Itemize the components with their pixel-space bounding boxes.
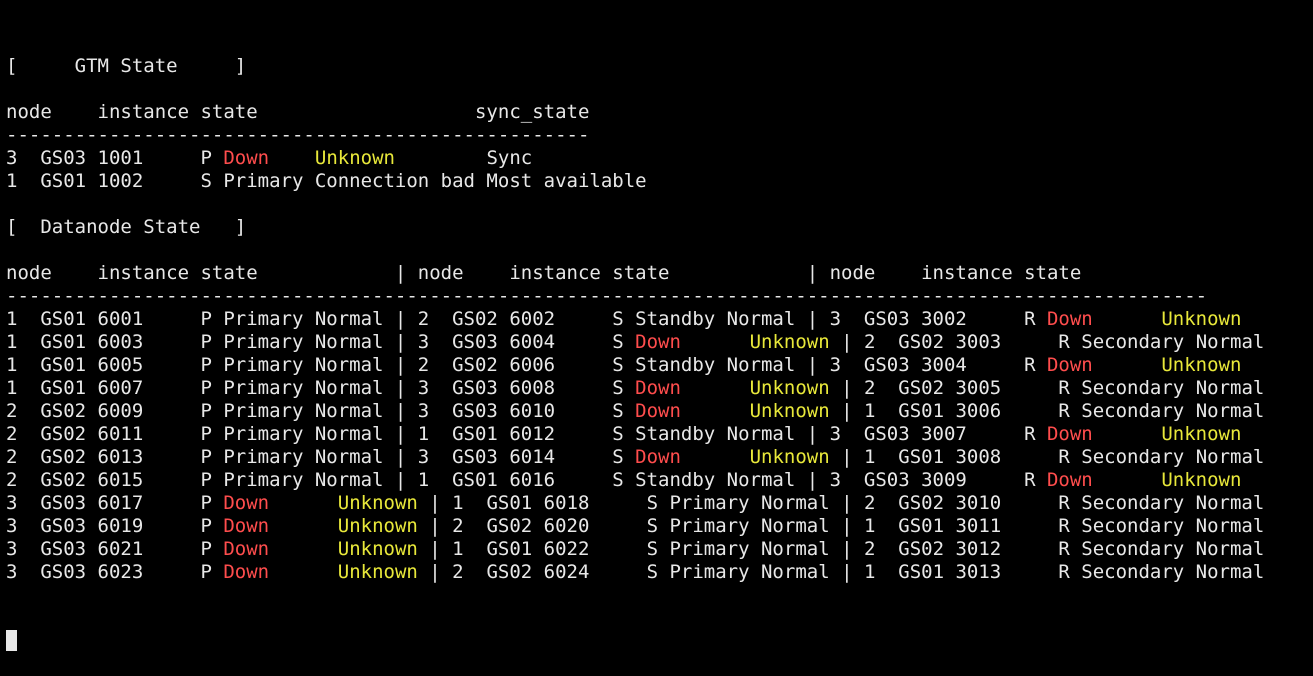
- gtm-section-title: [ GTM State ]: [6, 55, 1306, 78]
- text-segment: [1093, 423, 1162, 445]
- status-unknown: Unknown: [749, 331, 830, 353]
- status-down: Down: [223, 515, 270, 537]
- datanode-row: 3 GS03 6023 P Down Unknown | 2 GS02 6024…: [6, 561, 1306, 584]
- text-segment: node instance state | node instance stat…: [6, 262, 1082, 284]
- text-segment: 1 GS01 6005 P Primary Normal | 2 GS02 60…: [6, 354, 1047, 376]
- status-unknown: Unknown: [1161, 469, 1242, 491]
- text-segment: [1093, 308, 1162, 330]
- text-segment: [269, 492, 338, 514]
- status-down: Down: [1046, 469, 1093, 491]
- status-down: Down: [635, 331, 681, 353]
- terminal-output: [ GTM State ] node instance state sync_st…: [6, 55, 1306, 584]
- text-segment: [681, 331, 750, 353]
- text-segment: 3 GS03 6017 P: [6, 492, 224, 514]
- text-segment: | 2 GS02 3005 R Secondary Normal: [829, 377, 1265, 399]
- text-segment: 2 GS02 6011 P Primary Normal | 1 GS01 60…: [6, 423, 1047, 445]
- status-unknown: Unknown: [337, 515, 418, 537]
- status-down: Down: [223, 492, 270, 514]
- text-segment: [681, 400, 750, 422]
- text-segment: 3 GS03 6021 P: [6, 538, 224, 560]
- status-unknown: Unknown: [1161, 423, 1242, 445]
- datanode-row: 3 GS03 6017 P Down Unknown | 1 GS01 6018…: [6, 492, 1306, 515]
- datanode-section-title: [ Datanode State ]: [6, 216, 1306, 239]
- datanode-row: 1 GS01 6005 P Primary Normal | 2 GS02 60…: [6, 354, 1306, 377]
- datanode-row: 1 GS01 6001 P Primary Normal | 2 GS02 60…: [6, 308, 1306, 331]
- text-segment: [1093, 354, 1162, 376]
- status-down: Down: [635, 377, 681, 399]
- text-segment: 1 GS01 1002 S Primary Connection bad Mos…: [6, 170, 647, 192]
- text-segment: [681, 377, 750, 399]
- text-segment: [269, 147, 315, 169]
- text-segment: | 2 GS02 6024 S Primary Normal | 1 GS01 …: [417, 561, 1265, 583]
- text-segment: | 2 GS02 6020 S Primary Normal | 1 GS01 …: [417, 515, 1265, 537]
- text-segment: ----------------------------------------…: [6, 124, 590, 146]
- datanode-row: 1 GS01 6003 P Primary Normal | 3 GS03 60…: [6, 331, 1306, 354]
- text-cursor: [6, 630, 17, 651]
- status-down: Down: [1046, 354, 1093, 376]
- text-segment: 3 GS03 1001 P: [6, 147, 224, 169]
- datanode-row: 2 GS02 6009 P Primary Normal | 3 GS03 60…: [6, 400, 1306, 423]
- status-down: Down: [635, 446, 681, 468]
- text-segment: 3 GS03 6019 P: [6, 515, 224, 537]
- gtm-separator: ----------------------------------------…: [6, 124, 1306, 147]
- status-unknown: Unknown: [337, 492, 418, 514]
- text-segment: | 2 GS02 3003 R Secondary Normal: [829, 331, 1265, 353]
- datanode-row: 1 GS01 6007 P Primary Normal | 3 GS03 60…: [6, 377, 1306, 400]
- gtm-row: 3 GS03 1001 P Down Unknown Sync: [6, 147, 1306, 170]
- status-down: Down: [223, 147, 270, 169]
- text-segment: | 1 GS01 6022 S Primary Normal | 2 GS02 …: [417, 538, 1265, 560]
- text-segment: [269, 561, 338, 583]
- status-down: Down: [223, 561, 270, 583]
- text-segment: 2 GS02 6013 P Primary Normal | 3 GS03 60…: [6, 446, 636, 468]
- text-segment: [269, 538, 338, 560]
- text-segment: 1 GS01 6001 P Primary Normal | 2 GS02 60…: [6, 308, 1047, 330]
- datanode-header: node instance state | node instance stat…: [6, 262, 1306, 285]
- status-down: Down: [1046, 423, 1093, 445]
- text-segment: | 1 GS01 3006 R Secondary Normal: [829, 400, 1265, 422]
- datanode-row: 3 GS03 6019 P Down Unknown | 2 GS02 6020…: [6, 515, 1306, 538]
- datanode-row: 2 GS02 6011 P Primary Normal | 1 GS01 60…: [6, 423, 1306, 446]
- status-unknown: Unknown: [749, 400, 830, 422]
- datanode-row: 3 GS03 6021 P Down Unknown | 1 GS01 6022…: [6, 538, 1306, 561]
- text-segment: Sync: [394, 147, 533, 169]
- status-down: Down: [223, 538, 270, 560]
- datanode-row: 2 GS02 6013 P Primary Normal | 3 GS03 60…: [6, 446, 1306, 469]
- text-segment: node instance state sync_state: [6, 101, 590, 123]
- status-unknown: Unknown: [1161, 354, 1242, 376]
- status-unknown: Unknown: [337, 538, 418, 560]
- text-segment: 1 GS01 6007 P Primary Normal | 3 GS03 60…: [6, 377, 636, 399]
- status-unknown: Unknown: [314, 147, 395, 169]
- status-down: Down: [635, 400, 681, 422]
- text-segment: 2 GS02 6015 P Primary Normal | 1 GS01 60…: [6, 469, 1047, 491]
- text-segment: [ Datanode State ]: [6, 216, 247, 238]
- status-down: Down: [1046, 308, 1093, 330]
- text-segment: [ GTM State ]: [6, 55, 247, 77]
- status-unknown: Unknown: [1161, 308, 1242, 330]
- text-segment: 3 GS03 6023 P: [6, 561, 224, 583]
- status-unknown: Unknown: [337, 561, 418, 583]
- datanode-row: 2 GS02 6015 P Primary Normal | 1 GS01 60…: [6, 469, 1306, 492]
- status-unknown: Unknown: [749, 446, 830, 468]
- text-segment: ----------------------------------------…: [6, 285, 1208, 307]
- gtm-header: node instance state sync_state: [6, 101, 1306, 124]
- text-segment: [269, 515, 338, 537]
- status-unknown: Unknown: [749, 377, 830, 399]
- text-segment: 1 GS01 6003 P Primary Normal | 3 GS03 60…: [6, 331, 636, 353]
- text-segment: [681, 446, 750, 468]
- text-segment: | 1 GS01 6018 S Primary Normal | 2 GS02 …: [417, 492, 1265, 514]
- datanode-separator: ----------------------------------------…: [6, 285, 1306, 308]
- text-segment: | 1 GS01 3008 R Secondary Normal: [829, 446, 1265, 468]
- terminal-window[interactable]: [ GTM State ] node instance state sync_st…: [6, 9, 1306, 651]
- gtm-row: 1 GS01 1002 S Primary Connection bad Mos…: [6, 170, 1306, 193]
- text-segment: [1093, 469, 1162, 491]
- terminal-prompt-line[interactable]: [6, 630, 1306, 653]
- text-segment: 2 GS02 6009 P Primary Normal | 3 GS03 60…: [6, 400, 636, 422]
